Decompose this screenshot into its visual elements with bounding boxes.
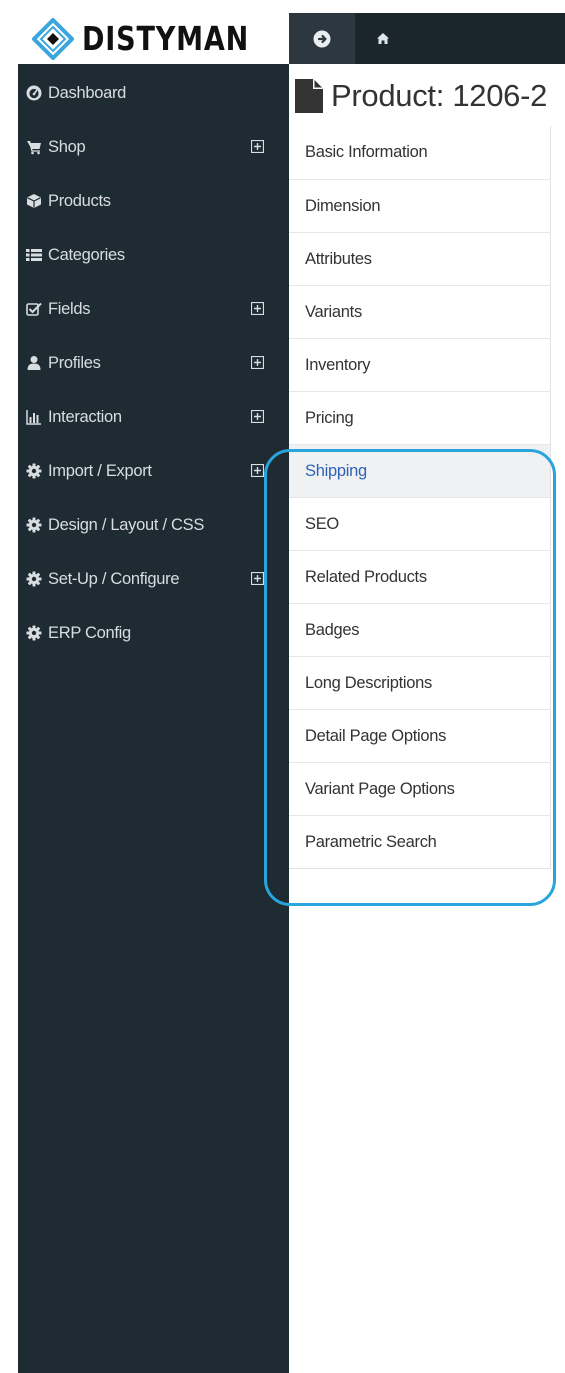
gear-icon <box>26 625 42 641</box>
sidebar-item-label: Set-Up / Configure <box>48 569 180 588</box>
sidebar-item-label: Fields <box>48 299 91 318</box>
tab-attributes[interactable]: Attributes <box>289 232 550 285</box>
expand-plus-icon[interactable] <box>251 464 264 477</box>
tab-inventory[interactable]: Inventory <box>289 338 550 391</box>
tab-variants[interactable]: Variants <box>289 285 550 338</box>
dashboard-icon <box>26 85 42 101</box>
expand-plus-icon[interactable] <box>251 302 264 315</box>
cart-icon <box>26 139 42 155</box>
arrow-circle-right-icon <box>313 30 331 47</box>
expand-plus-icon[interactable] <box>251 356 264 369</box>
home-icon <box>377 33 389 44</box>
sidebar-item-label: Dashboard <box>48 83 127 102</box>
tab-shipping[interactable]: Shipping <box>289 444 550 497</box>
sidebar-item-label: Import / Export <box>48 461 152 480</box>
top-navbar <box>289 13 565 64</box>
sidebar-item-fields[interactable]: Fields <box>18 282 289 336</box>
brand-name: DISTYMAN <box>82 19 250 58</box>
sidebar-item-label: Shop <box>48 137 86 156</box>
user-icon <box>26 355 42 371</box>
tab-variant-page-options[interactable]: Variant Page Options <box>289 762 550 815</box>
sidebar-item-products[interactable]: Products <box>18 174 289 228</box>
tab-related-products[interactable]: Related Products <box>289 550 550 603</box>
cube-icon <box>26 193 42 209</box>
list-icon <box>26 247 42 263</box>
gear-icon <box>26 517 42 533</box>
checkbox-icon <box>26 301 42 317</box>
sidebar-item-setup-configure[interactable]: Set-Up / Configure <box>18 552 289 606</box>
tab-detail-page-options[interactable]: Detail Page Options <box>289 709 550 762</box>
home-button[interactable] <box>363 13 403 64</box>
expand-plus-icon[interactable] <box>251 572 264 585</box>
sidebar-item-label: Design / Layout / CSS <box>48 515 205 534</box>
tab-badges[interactable]: Badges <box>289 603 550 656</box>
sidebar: Dashboard Shop Products Categories Field… <box>18 64 289 1373</box>
sidebar-item-label: Profiles <box>48 353 101 372</box>
sidebar-item-label: Products <box>48 191 111 210</box>
tab-basic-information[interactable]: Basic Information <box>289 126 550 179</box>
sidebar-item-design-layout-css[interactable]: Design / Layout / CSS <box>18 498 289 552</box>
sidebar-item-interaction[interactable]: Interaction <box>18 390 289 444</box>
sidebar-item-erp-config[interactable]: ERP Config <box>18 606 289 660</box>
page-title-text: Product: 1206-2 <box>331 78 548 113</box>
gear-icon <box>26 463 42 479</box>
sidebar-item-import-export[interactable]: Import / Export <box>18 444 289 498</box>
sidebar-toggle-button[interactable] <box>289 13 355 64</box>
sidebar-item-label: Categories <box>48 245 125 264</box>
tab-pricing[interactable]: Pricing <box>289 391 550 444</box>
main-content: Product: 1206-2 Basic Information Dimens… <box>289 64 565 1373</box>
tab-long-descriptions[interactable]: Long Descriptions <box>289 656 550 709</box>
sidebar-item-shop[interactable]: Shop <box>18 120 289 174</box>
sidebar-item-profiles[interactable]: Profiles <box>18 336 289 390</box>
sidebar-item-categories[interactable]: Categories <box>18 228 289 282</box>
diamond-logo-icon <box>32 17 74 60</box>
tab-seo[interactable]: SEO <box>289 497 550 550</box>
expand-plus-icon[interactable] <box>251 140 264 153</box>
sidebar-item-label: ERP Config <box>48 623 131 642</box>
tab-parametric-search[interactable]: Parametric Search <box>289 815 550 868</box>
sidebar-item-dashboard[interactable]: Dashboard <box>18 66 289 120</box>
page-title: Product: 1206-2 <box>295 78 547 114</box>
sidebar-item-label: Interaction <box>48 407 122 426</box>
expand-plus-icon[interactable] <box>251 410 264 423</box>
tab-dimension[interactable]: Dimension <box>289 179 550 232</box>
product-tabs: Basic Information Dimension Attributes V… <box>289 126 551 869</box>
file-icon <box>295 79 323 113</box>
bar-chart-icon <box>26 409 42 425</box>
brand-logo[interactable]: DISTYMAN <box>18 13 289 64</box>
gear-icon <box>26 571 42 587</box>
